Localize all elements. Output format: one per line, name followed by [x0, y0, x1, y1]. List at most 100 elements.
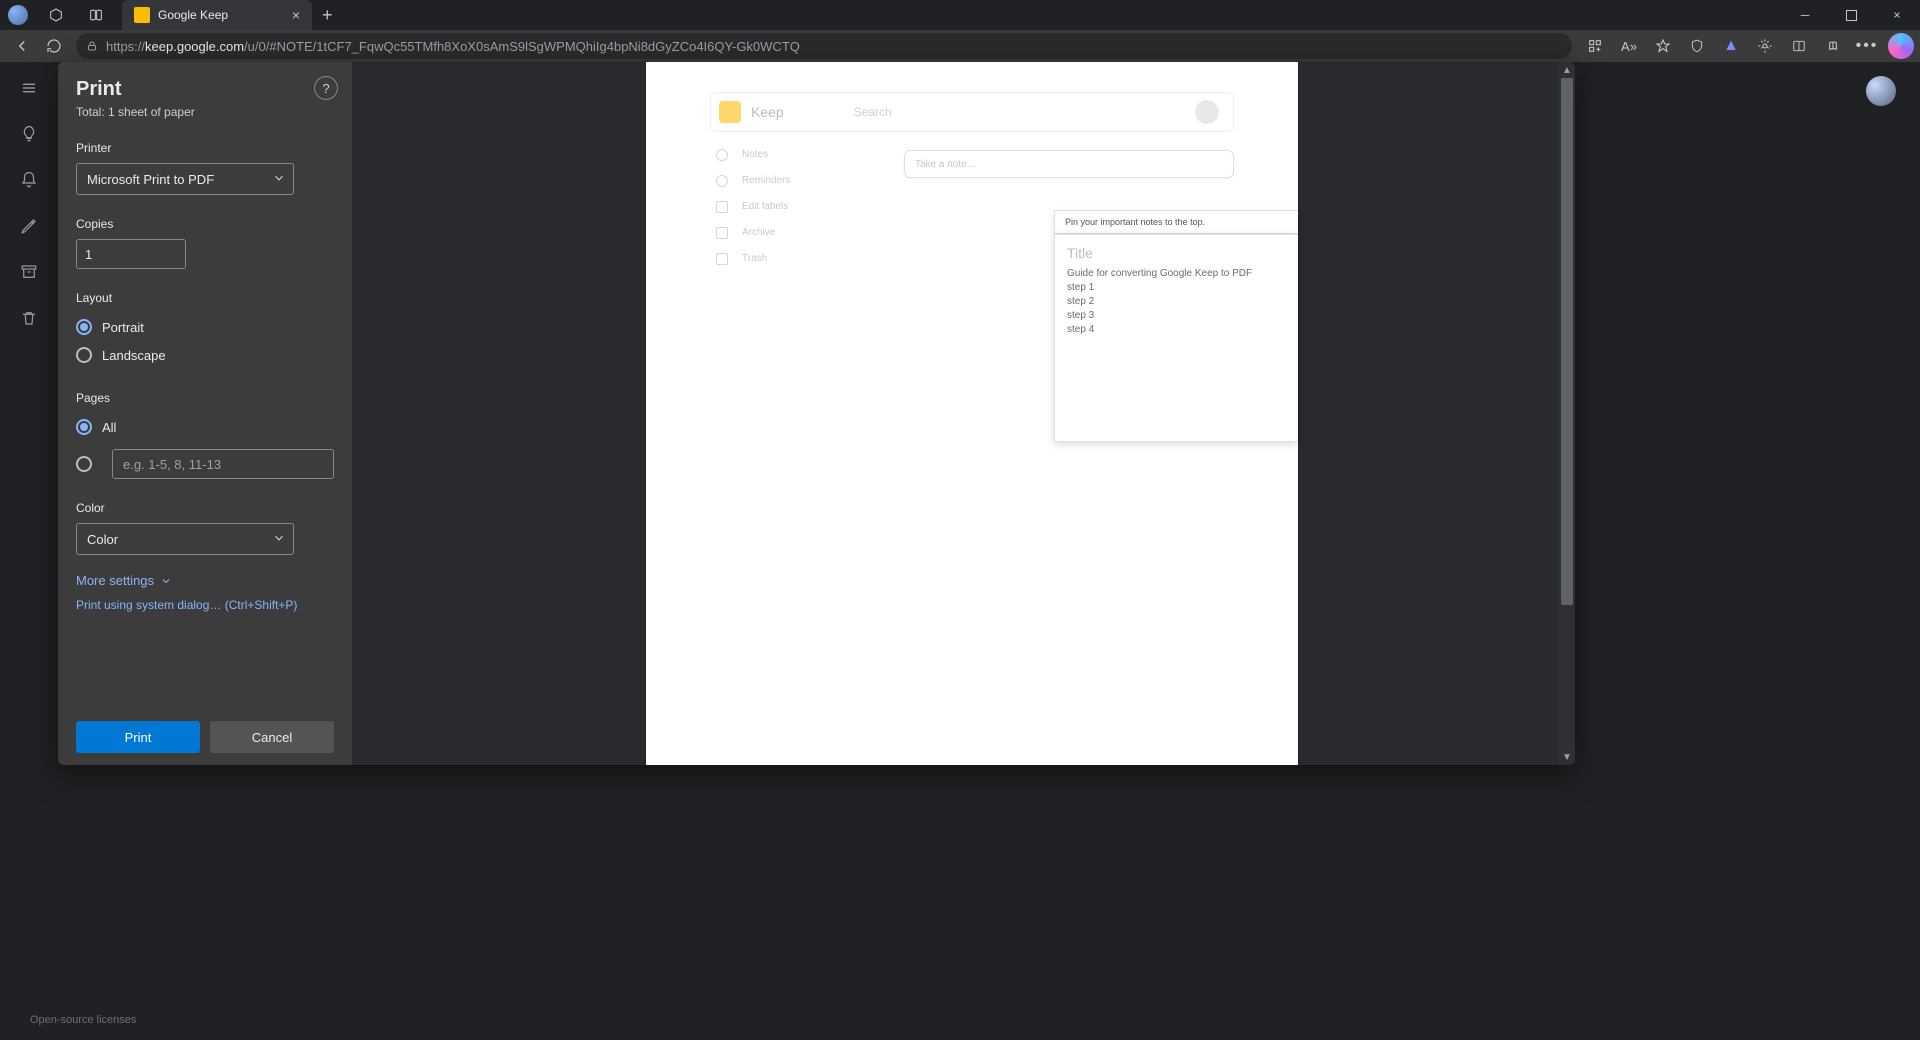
print-button[interactable]: Print — [76, 721, 200, 753]
color-value: Color — [76, 523, 294, 555]
pages-all-radio[interactable]: All — [76, 419, 334, 435]
apps-icon[interactable] — [1578, 30, 1612, 62]
extension-badge-icon[interactable]: ▲ — [1714, 30, 1748, 62]
hamburger-icon[interactable] — [0, 68, 58, 108]
chevron-down-icon — [160, 575, 172, 587]
preview-keep-search: Search — [854, 105, 892, 119]
color-dropdown[interactable]: Color — [76, 523, 294, 555]
layout-landscape-radio[interactable]: Landscape — [76, 347, 334, 363]
app-area: ? Print Total: 1 sheet of paper Printer … — [0, 62, 1920, 1040]
note-heading: Guide for converting Google Keep to PDF — [1067, 267, 1286, 281]
nav-item: Notes — [742, 142, 768, 168]
pages-all-label: All — [102, 420, 116, 435]
printer-dropdown[interactable]: Microsoft Print to PDF — [76, 163, 294, 195]
address-bar[interactable]: https://keep.google.com/u/0/#NOTE/1tCF7_… — [76, 33, 1572, 59]
nav-item: Reminders — [742, 168, 790, 194]
keep-sidebar-rail — [0, 62, 58, 1040]
close-window-button[interactable]: × — [1874, 0, 1920, 30]
collections-icon[interactable] — [1816, 30, 1850, 62]
system-dialog-link[interactable]: Print using system dialog… (Ctrl+Shift+P… — [76, 598, 334, 612]
bulb-icon[interactable] — [9, 114, 49, 154]
layout-landscape-label: Landscape — [102, 348, 166, 363]
preview-keep-name: Keep — [751, 104, 784, 120]
nav-item: Archive — [742, 220, 775, 246]
tracking-prevention-icon[interactable] — [1680, 30, 1714, 62]
preview-note-body: Guide for converting Google Keep to PDF … — [1055, 267, 1298, 337]
nav-icon — [716, 227, 728, 239]
nav-item: Trash — [742, 246, 767, 272]
printer-label: Printer — [76, 141, 334, 155]
minimize-button[interactable]: ─ — [1782, 0, 1828, 30]
printer-value: Microsoft Print to PDF — [76, 163, 294, 195]
preview-note-title: Title — [1055, 235, 1298, 267]
new-tab-button[interactable]: + — [322, 5, 333, 26]
note-step: step 1 — [1067, 281, 1286, 295]
nav-icon — [716, 175, 728, 187]
preview-tooltip: Pin your important notes to the top. — [1054, 210, 1298, 234]
url-text: https://keep.google.com/u/0/#NOTE/1tCF7_… — [106, 39, 800, 54]
preview-note-card: Title Guide for converting Google Keep t… — [1054, 234, 1298, 442]
trash-icon[interactable] — [9, 298, 49, 338]
tab-title: Google Keep — [158, 8, 282, 22]
lock-icon — [86, 40, 98, 52]
pages-label: Pages — [76, 391, 334, 405]
copilot-icon[interactable] — [1888, 33, 1914, 59]
color-label: Color — [76, 501, 334, 515]
refresh-button[interactable] — [38, 30, 70, 62]
print-preview-pane: Keep Search Notes Reminders Edit labels … — [352, 62, 1575, 765]
browser-toolbar: https://keep.google.com/u/0/#NOTE/1tCF7_… — [0, 30, 1920, 62]
nav-item: Edit labels — [742, 194, 788, 220]
layout-label: Layout — [76, 291, 334, 305]
note-step: step 4 — [1067, 323, 1286, 337]
maximize-button[interactable] — [1828, 0, 1874, 30]
nav-icon — [716, 201, 728, 213]
pencil-icon[interactable] — [9, 206, 49, 246]
cancel-button[interactable]: Cancel — [210, 721, 334, 753]
favorites-icon[interactable] — [1646, 30, 1680, 62]
tab-actions-icon[interactable] — [86, 5, 106, 25]
layout-portrait-radio[interactable]: Portrait — [76, 319, 334, 335]
nav-icon — [716, 253, 728, 265]
preview-scrollbar[interactable]: ▲ ▼ — [1559, 62, 1575, 765]
note-step: step 2 — [1067, 295, 1286, 309]
browser-tab[interactable]: Google Keep × — [122, 0, 312, 30]
preview-keep-header: Keep Search — [710, 92, 1234, 132]
split-screen-icon[interactable] — [1782, 30, 1816, 62]
system-dialog-label: Print using system dialog… (Ctrl+Shift+P… — [76, 598, 297, 612]
menu-button[interactable]: ••• — [1850, 30, 1884, 62]
print-title: Print — [76, 78, 334, 101]
settings-gear-icon[interactable] — [1748, 30, 1782, 62]
radio-icon — [76, 347, 92, 363]
more-settings-link[interactable]: More settings — [76, 573, 334, 588]
open-source-link[interactable]: Open-source licenses — [30, 1014, 136, 1026]
read-aloud-icon[interactable]: A» — [1612, 30, 1646, 62]
preview-page: Keep Search Notes Reminders Edit labels … — [646, 62, 1298, 765]
back-button[interactable] — [6, 30, 38, 62]
window-titlebar: Google Keep × + ─ × — [0, 0, 1920, 30]
bell-icon[interactable] — [9, 160, 49, 200]
copies-input[interactable] — [76, 239, 186, 269]
nav-icon — [716, 149, 728, 161]
pages-range-input[interactable] — [112, 449, 334, 479]
print-total: Total: 1 sheet of paper — [76, 105, 334, 119]
scroll-up-icon[interactable]: ▲ — [1559, 62, 1575, 78]
preview-nav: Notes Reminders Edit labels Archive Tras… — [716, 142, 790, 272]
account-avatar-icon[interactable] — [1866, 76, 1896, 106]
archive-icon[interactable] — [9, 252, 49, 292]
help-icon[interactable]: ? — [314, 76, 338, 100]
keep-logo-icon — [719, 101, 741, 123]
radio-checked-icon — [76, 319, 92, 335]
radio-checked-icon — [76, 419, 92, 435]
layout-portrait-label: Portrait — [102, 320, 144, 335]
scroll-thumb[interactable] — [1561, 78, 1573, 605]
preview-take-note: Take a note… — [904, 150, 1234, 178]
workspaces-icon[interactable] — [46, 5, 66, 25]
print-dialog: ? Print Total: 1 sheet of paper Printer … — [58, 62, 1575, 765]
print-settings-panel: ? Print Total: 1 sheet of paper Printer … — [58, 62, 352, 765]
scroll-down-icon[interactable]: ▼ — [1559, 749, 1575, 765]
more-settings-label: More settings — [76, 573, 154, 588]
close-tab-icon[interactable]: × — [292, 7, 300, 23]
profile-avatar-icon[interactable] — [8, 5, 28, 25]
pages-custom-radio[interactable] — [76, 456, 92, 472]
preview-avatar-icon — [1195, 100, 1219, 124]
